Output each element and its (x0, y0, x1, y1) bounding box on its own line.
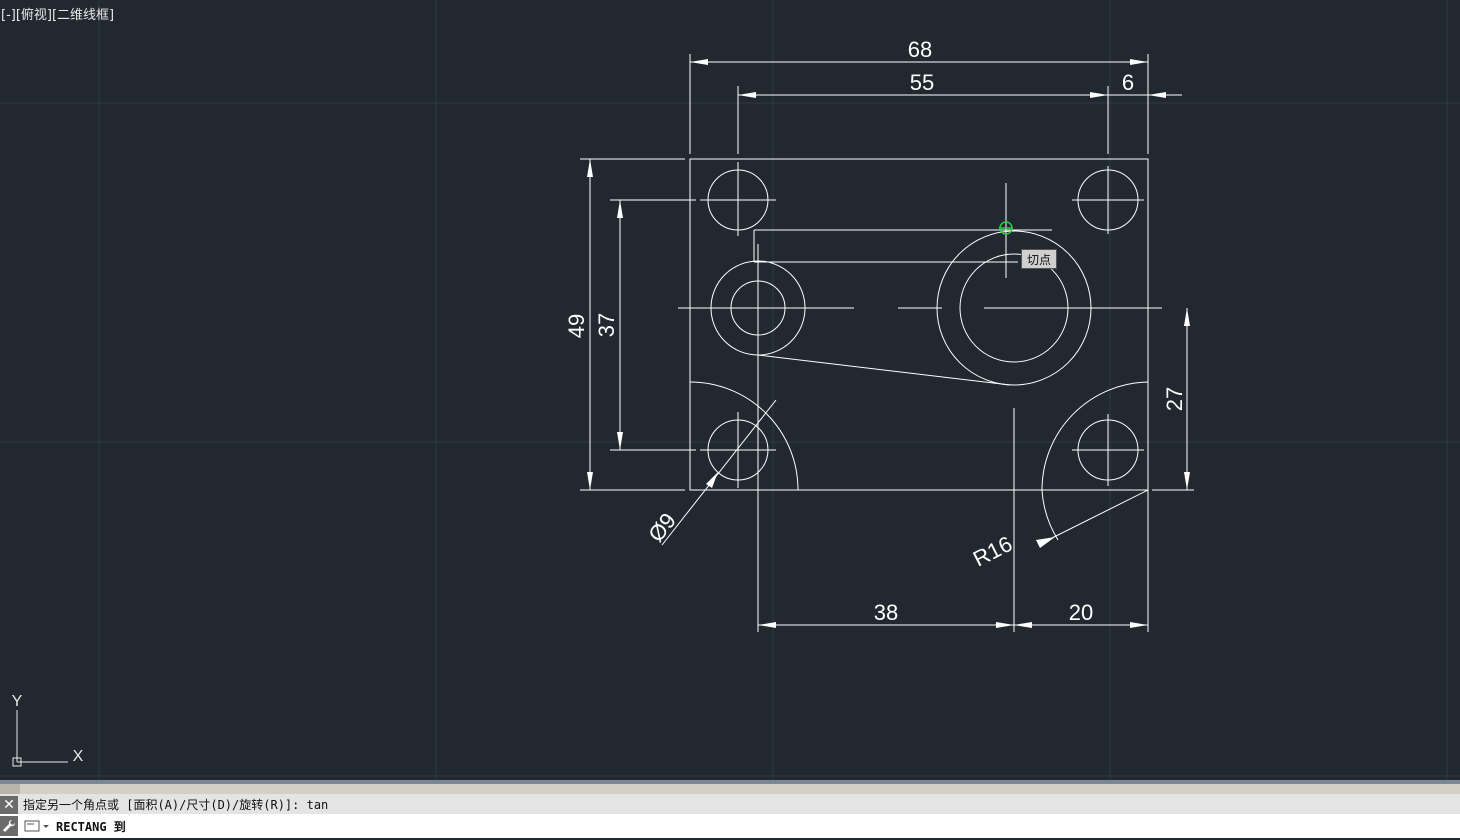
drawing-viewport[interactable]: 68 55 6 49 37 27 Ø9 R16 38 20 Y X [-][俯视… (0, 0, 1460, 780)
dim-hole-diameter[interactable]: Ø9 (643, 508, 681, 547)
dimensions[interactable]: 68 55 6 49 37 27 Ø9 R16 38 20 (564, 37, 1194, 628)
drawing-canvas[interactable]: 68 55 6 49 37 27 Ø9 R16 38 20 Y X (0, 0, 1460, 780)
snap-tooltip: 切点 (1021, 249, 1057, 269)
dim-hole-spacing[interactable]: 55 (910, 70, 934, 95)
ucs-icon: Y X (12, 693, 84, 767)
command-input[interactable] (56, 818, 656, 834)
dim-right-height[interactable]: 27 (1162, 387, 1187, 411)
viewport-controls-label[interactable]: [-][俯视][二维线框] (1, 4, 114, 23)
command-line-separator[interactable] (0, 780, 1460, 784)
ucs-y-label: Y (12, 693, 23, 710)
close-icon[interactable]: ✕ (0, 796, 18, 814)
command-history-text: 指定另一个角点或 [面积(A)/尺寸(D)/旋转(R)]: tan (23, 798, 329, 812)
tangent-line[interactable] (757, 354, 1011, 386)
dim-overall-width[interactable]: 68 (908, 37, 932, 62)
arc-bottom-left[interactable] (689, 381, 799, 491)
part-geometry[interactable] (610, 158, 1162, 632)
command-prompt-icon[interactable] (24, 818, 49, 832)
dim-bottom-left[interactable]: 38 (874, 600, 898, 625)
wrench-icon[interactable] (0, 816, 18, 836)
ucs-x-label: X (73, 748, 84, 765)
dim-bottom-right[interactable]: 20 (1069, 600, 1093, 625)
dim-hole-offset[interactable]: 6 (1122, 70, 1134, 95)
dim-hole-vertical-spacing[interactable]: 37 (594, 313, 619, 337)
dim-corner-radius[interactable]: R16 (969, 531, 1016, 572)
dim-overall-height[interactable]: 49 (564, 314, 589, 338)
